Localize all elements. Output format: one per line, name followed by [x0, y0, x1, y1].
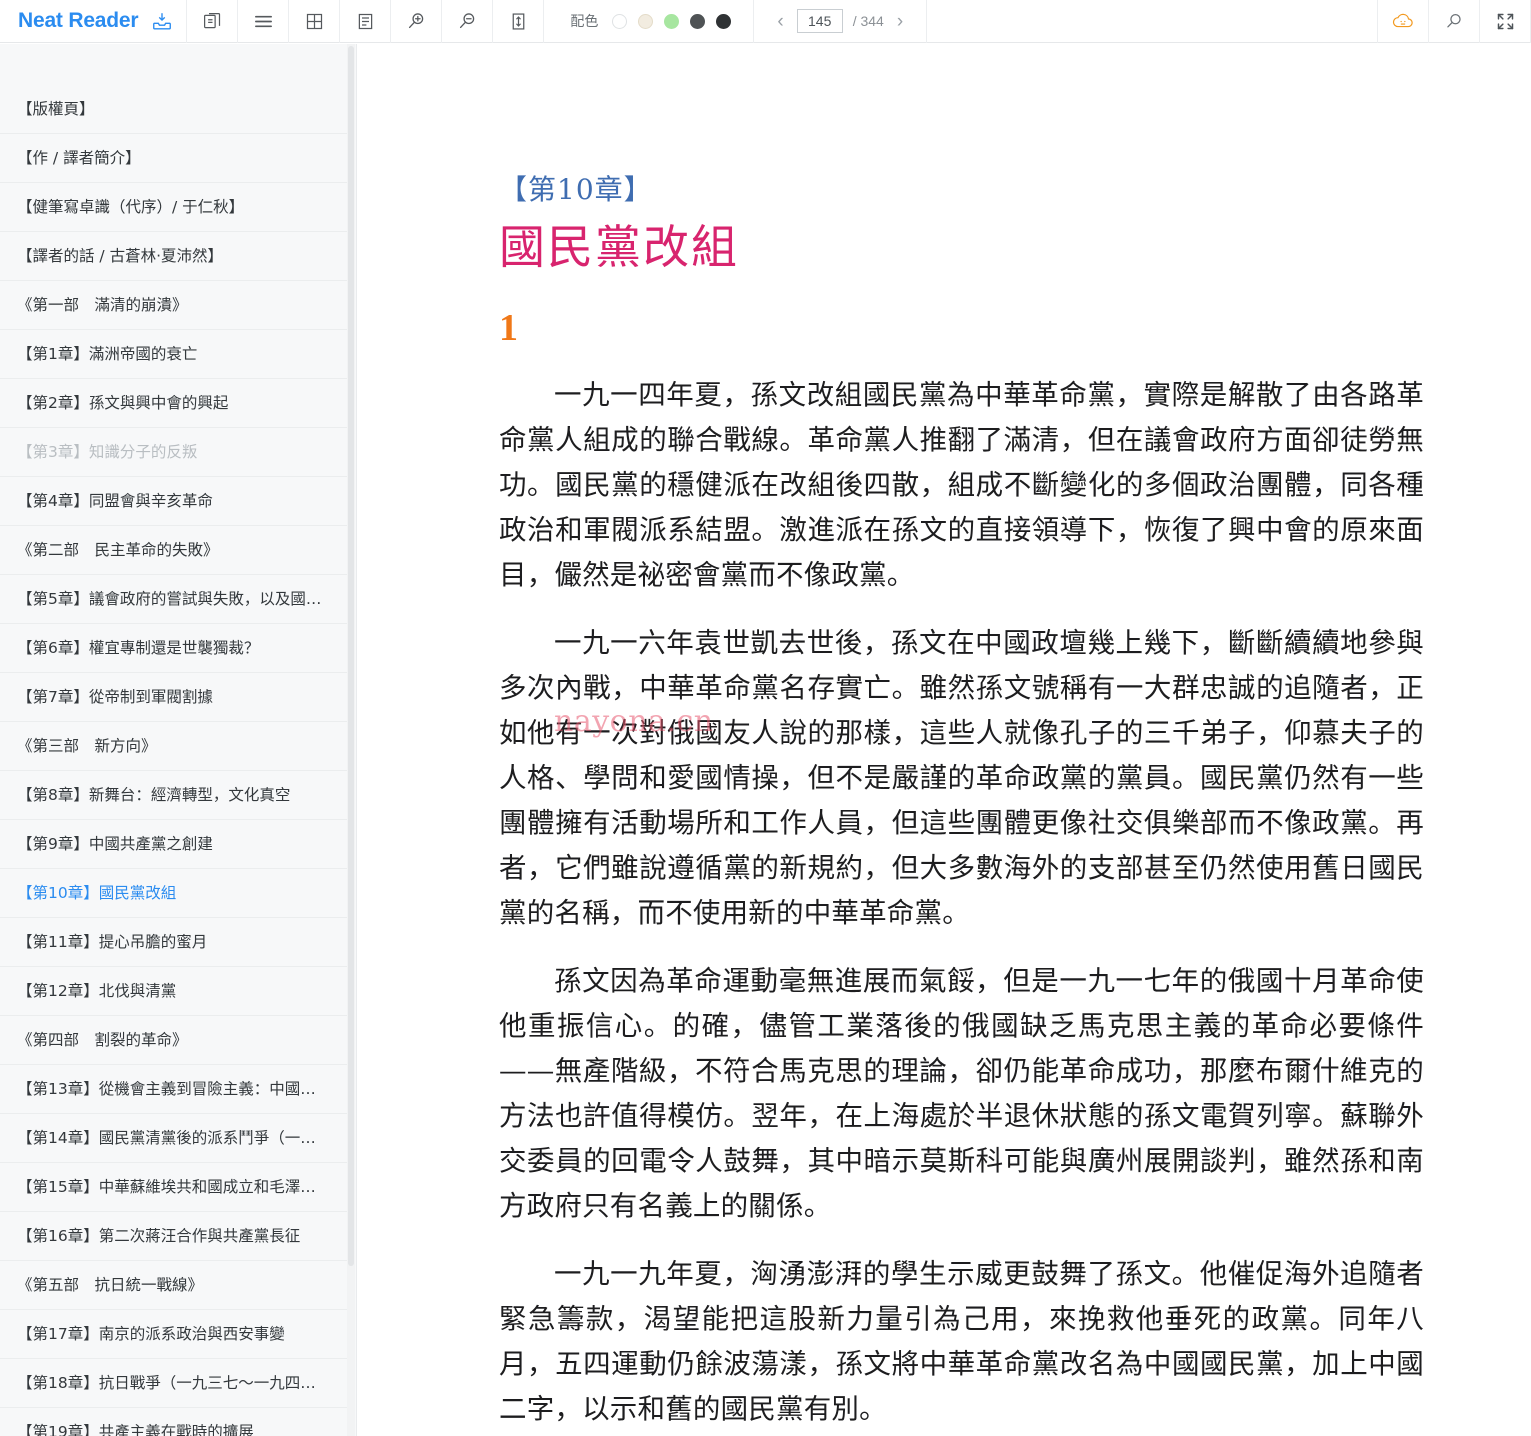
list-icon[interactable] — [238, 0, 288, 43]
color-swatch-white[interactable] — [612, 13, 628, 29]
color-swatch-gray[interactable] — [690, 13, 706, 29]
page-number-input[interactable] — [796, 9, 843, 33]
color-scheme-group: 配色 — [544, 0, 753, 43]
toc-item-10[interactable]: 【第5章】議會政府的嘗試與失敗，以及國民黨… — [0, 575, 349, 624]
toc-item-5[interactable]: 【第1章】滿洲帝國的衰亡 — [0, 330, 349, 379]
toc-scrollbar-thumb[interactable] — [348, 46, 354, 1266]
toc-item-23[interactable]: 【第16章】第二次蔣汪合作與共產黨長征 — [0, 1212, 349, 1261]
top-toolbar: Neat Reader 配色 ‹ 145 / 344 › — [0, 0, 1531, 43]
toc-item-21[interactable]: 【第14章】國民黨清黨後的派系鬥爭（一九二… — [0, 1114, 349, 1163]
chapter-title: 國民黨改組 — [499, 219, 739, 274]
color-swatch-black[interactable] — [716, 13, 732, 29]
toc-item-9[interactable]: 《第二部 民主革命的失敗》 — [0, 526, 349, 575]
prev-page-button[interactable]: ‹ — [774, 12, 786, 31]
toc-item-2[interactable]: 【健筆寫卓識（代序）/ 于仁秋】 — [0, 183, 349, 232]
toc-item-16[interactable]: 【第10章】國民黨改組 — [0, 869, 349, 918]
toc-item-1[interactable]: 【作 / 譯者簡介】 — [0, 134, 349, 183]
toc-item-12[interactable]: 【第7章】從帝制到軍閥割據 — [0, 673, 349, 722]
total-pages-label: / 344 — [852, 13, 884, 29]
toc-item-3[interactable]: 【譯者的話 / 古蒼林·夏沛然】 — [0, 232, 349, 281]
app-logo[interactable]: Neat Reader — [0, 0, 186, 43]
reader-content: 【第10章】 國民黨改組 1 一九一四年夏，孫文改組國民黨為中華革命黨，實際是解… — [358, 44, 1531, 1436]
toc-item-22[interactable]: 【第15章】中華蘇維埃共和國成立和毛澤東崛起 — [0, 1163, 349, 1212]
page-navigation: ‹ / 344 › — [754, 0, 926, 43]
toc-item-6[interactable]: 【第2章】孫文與興中會的興起 — [0, 379, 349, 428]
fullscreen-icon[interactable] — [1480, 0, 1530, 43]
toc-item-20[interactable]: 【第13章】從機會主義到冒險主義：中國共產… — [0, 1065, 349, 1114]
toc-item-19[interactable]: 《第四部 割裂的革命》 — [0, 1016, 349, 1065]
toc-item-4[interactable]: 《第一部 滿清的崩潰》 — [0, 281, 349, 330]
toc-item-15[interactable]: 【第9章】中國共產黨之創建 — [0, 820, 349, 869]
toc-item-25[interactable]: 【第17章】南京的派系政治與西安事變 — [0, 1310, 349, 1359]
color-swatch-green[interactable] — [664, 13, 680, 29]
toc-scrollbar[interactable] — [347, 44, 355, 1436]
bookshelf-icon[interactable] — [187, 0, 237, 43]
search-icon[interactable] — [1429, 0, 1479, 43]
grid-icon[interactable] — [289, 0, 339, 43]
next-page-button[interactable]: › — [894, 12, 906, 31]
toc-item-8[interactable]: 【第4章】同盟會與辛亥革命 — [0, 477, 349, 526]
toc-item-24[interactable]: 《第五部 抗日統一戰線》 — [0, 1261, 349, 1310]
toc-sidebar: 【版權頁】 【作 / 譯者簡介】 【健筆寫卓識（代序）/ 于仁秋】 【譯者的話 / 古… — [0, 44, 357, 1436]
toc-item-14[interactable]: 【第8章】新舞台：經濟轉型，文化真空 — [0, 771, 349, 820]
body-paragraph: 孫文因為革命運動毫無進展而氣餒，但是一九一七年的俄國十月革命使他重振信心。的確，… — [499, 964, 1424, 1222]
toc-item-27[interactable]: 【第19章】共產主義在戰時的擴展 — [0, 1408, 349, 1436]
line-height-icon[interactable] — [493, 0, 543, 43]
body-paragraph: 一九一四年夏，孫文改組國民黨為中華革命黨，實際是解散了由各路革命黨人組成的聯合戰… — [499, 378, 1424, 591]
color-scheme-label: 配色 — [570, 13, 599, 29]
toc-item-18[interactable]: 【第12章】北伐與清黨 — [0, 967, 349, 1016]
app-logo-text: Neat Reader — [18, 9, 139, 32]
toc-item-17[interactable]: 【第11章】提心吊膽的蜜月 — [0, 918, 349, 967]
notes-icon[interactable] — [340, 0, 390, 43]
toc-item-13[interactable]: 《第三部 新方向》 — [0, 722, 349, 771]
paragraph-container: 一九一四年夏，孫文改組國民黨為中華革命黨，實際是解散了由各路革命黨人組成的聯合戰… — [499, 373, 1424, 1436]
cloud-sync-icon[interactable] — [1378, 0, 1428, 43]
zoom-in-icon[interactable] — [391, 0, 441, 43]
chapter-label: 【第10章】 — [499, 173, 653, 206]
book-page: 【第10章】 國民黨改組 1 一九一四年夏，孫文改組國民黨為中華革命黨，實際是解… — [499, 44, 1424, 1436]
zoom-out-icon[interactable] — [442, 0, 492, 43]
toc-item-11[interactable]: 【第6章】權宜專制還是世襲獨裁？ — [0, 624, 349, 673]
toc-item-7[interactable]: 【第3章】知識分子的反叛 — [0, 428, 349, 477]
toc-item-26[interactable]: 【第18章】抗日戰爭（一九三七～一九四五） — [0, 1359, 349, 1408]
color-swatch-sepia[interactable] — [638, 13, 654, 29]
import-icon[interactable] — [151, 0, 173, 43]
body-paragraph: 一九一九年夏，洶湧澎湃的學生示威更鼓舞了孫文。他催促海外追隨者緊急籌款，渴望能把… — [499, 1257, 1424, 1425]
toc-item-0[interactable]: 【版權頁】 — [0, 85, 349, 134]
section-number: 1 — [499, 307, 518, 350]
toc-list[interactable]: 【版權頁】 【作 / 譯者簡介】 【健筆寫卓識（代序）/ 于仁秋】 【譯者的話 / 古… — [0, 44, 349, 1436]
body-paragraph: 一九一六年袁世凱去世後，孫文在中國政壇幾上幾下，斷斷續續地參與多次內戰，中華革命… — [499, 626, 1424, 929]
